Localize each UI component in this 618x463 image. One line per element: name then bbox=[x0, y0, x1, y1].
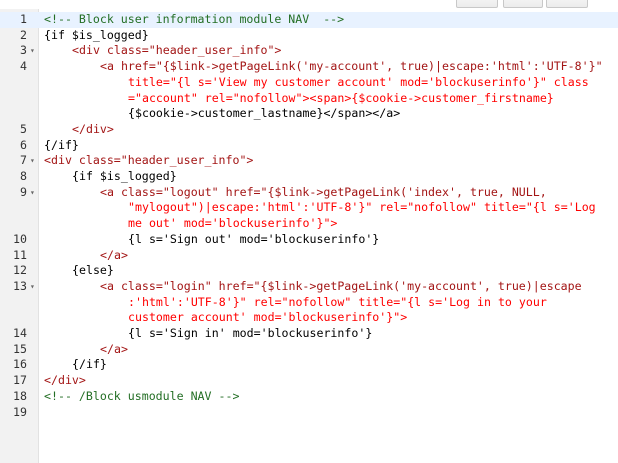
code-text[interactable]: {/if} bbox=[72, 357, 107, 373]
code-line-8[interactable]: 8 {if $is_logged} bbox=[0, 169, 618, 185]
line-number: 18 bbox=[13, 388, 27, 403]
code-text[interactable]: title="{l s='View my customer account' m… bbox=[128, 75, 589, 91]
code-line-6[interactable]: 6 {/if} bbox=[0, 138, 618, 154]
fold-toggle-icon[interactable]: ▾ bbox=[30, 153, 35, 169]
code-line-1[interactable]: 1 <!-- Block user information module NAV … bbox=[0, 12, 618, 28]
code-text[interactable]: </div> bbox=[44, 373, 86, 389]
code-text[interactable]: <!-- /Block usmodule NAV --> bbox=[44, 389, 239, 405]
code-line-4[interactable]: 4 <a href="{$link->getPageLink('my-accoun… bbox=[0, 59, 618, 75]
line-number: 12 bbox=[13, 263, 27, 278]
line-number: 14 bbox=[13, 326, 27, 340]
code-text[interactable]: {/if} bbox=[44, 138, 79, 154]
code-text[interactable]: {l s='Sign in' mod='blockuserinfo'} bbox=[128, 326, 372, 342]
fold-toggle-icon[interactable]: ▾ bbox=[30, 279, 35, 295]
line-number: 7 bbox=[20, 153, 27, 168]
code-text[interactable]: </div> bbox=[72, 122, 114, 138]
code-text[interactable]: </a> bbox=[100, 248, 128, 264]
code-line-wrap[interactable]: ="account" rel="nofollow"><span>{$cookie… bbox=[0, 91, 618, 107]
toolbar-button[interactable] bbox=[546, 0, 588, 8]
code-editor[interactable]: 1 <!-- Block user information module NAV … bbox=[0, 9, 618, 463]
line-number: 4 bbox=[20, 59, 27, 74]
line-number: 15 bbox=[13, 341, 27, 356]
line-number: 2 bbox=[20, 27, 27, 42]
code-line-19[interactable]: 19 bbox=[0, 405, 618, 421]
code-line-17[interactable]: 17 </div> bbox=[0, 373, 618, 389]
fold-toggle-icon[interactable]: ▾ bbox=[30, 185, 35, 201]
line-number: 11 bbox=[13, 247, 27, 262]
line-number: 9 bbox=[20, 184, 27, 199]
line-number: 19 bbox=[13, 404, 27, 419]
line-number: 5 bbox=[20, 121, 27, 136]
code-line-10[interactable]: 10 {l s='Sign out' mod='blockuserinfo'} bbox=[0, 232, 618, 248]
toolbar-button[interactable] bbox=[503, 0, 543, 8]
code-text[interactable]: me out' mod='blockuserinfo'}"> bbox=[128, 216, 337, 232]
line-number: 6 bbox=[20, 137, 27, 152]
code-line-15[interactable]: 15 </a> bbox=[0, 342, 618, 358]
code-line-18[interactable]: 18 <!-- /Block usmodule NAV --> bbox=[0, 389, 618, 405]
code-text[interactable]: {$cookie->customer_lastname}</span></a> bbox=[128, 106, 400, 122]
code-text[interactable]: "mylogout")|escape:'html':'UTF-8'}" rel=… bbox=[128, 200, 596, 216]
code-line-wrap[interactable]: "mylogout")|escape:'html':'UTF-8'}" rel=… bbox=[0, 200, 618, 216]
code-text[interactable]: </a> bbox=[100, 342, 128, 358]
code-line-wrap[interactable]: :'html':'UTF-8'}" rel="nofollow" title="… bbox=[0, 295, 618, 311]
code-text[interactable]: {if $is_logged} bbox=[44, 28, 149, 44]
line-number: 17 bbox=[13, 373, 27, 388]
code-text[interactable]: <a class="login" href="{$link->getPageLi… bbox=[100, 279, 582, 295]
code-line-16[interactable]: 16 {/if} bbox=[0, 357, 618, 373]
code-line-7[interactable]: 7 ▾ <div class="header_user_info"> bbox=[0, 153, 618, 169]
line-number: 8 bbox=[20, 169, 27, 183]
line-number: 13 bbox=[13, 278, 27, 293]
code-line-3[interactable]: 3 ▾ <div class="header_user_info"> bbox=[0, 43, 618, 59]
code-line-2[interactable]: 2 {if $is_logged} bbox=[0, 28, 618, 44]
line-number: 1 bbox=[20, 12, 27, 26]
code-text[interactable]: <div class="header_user_info"> bbox=[44, 153, 253, 169]
code-line-5[interactable]: 5 </div> bbox=[0, 122, 618, 138]
code-text[interactable]: {if $is_logged} bbox=[72, 169, 177, 185]
code-line-wrap[interactable]: {$cookie->customer_lastname}</span></a> bbox=[0, 106, 618, 122]
line-number: 16 bbox=[13, 357, 27, 372]
code-text[interactable]: <a class="logout" href="{$link->getPageL… bbox=[100, 185, 547, 201]
code-text[interactable]: <div class="header_user_info"> bbox=[72, 43, 281, 59]
code-text[interactable]: {else} bbox=[72, 263, 114, 279]
code-text[interactable]: <a href="{$link->getPageLink('my-account… bbox=[100, 59, 603, 75]
code-line-11[interactable]: 11 </a> bbox=[0, 248, 618, 264]
code-text[interactable]: :'html':'UTF-8'}" rel="nofollow" title="… bbox=[128, 295, 547, 311]
code-text[interactable]: customer account' mod='blockuserinfo'}"> bbox=[128, 310, 407, 326]
code-text[interactable]: {l s='Sign out' mod='blockuserinfo'} bbox=[128, 232, 379, 248]
line-number: 10 bbox=[13, 231, 27, 246]
fold-toggle-icon[interactable]: ▾ bbox=[30, 43, 35, 59]
code-text[interactable]: <!-- Block user information module NAV -… bbox=[44, 12, 344, 28]
code-line-wrap[interactable]: title="{l s='View my customer account' m… bbox=[0, 75, 618, 91]
top-strip bbox=[0, 0, 618, 9]
code-line-14[interactable]: 14 {l s='Sign in' mod='blockuserinfo'} bbox=[0, 326, 618, 342]
code-text[interactable]: ="account" rel="nofollow"><span>{$cookie… bbox=[128, 91, 554, 107]
toolbar-button[interactable] bbox=[456, 0, 498, 8]
line-number: 3 bbox=[20, 43, 27, 58]
code-line-13[interactable]: 13 ▾ <a class="login" href="{$link->getPag… bbox=[0, 279, 618, 295]
code-line-wrap[interactable]: customer account' mod='blockuserinfo'}"> bbox=[0, 310, 618, 326]
code-line-12[interactable]: 12 {else} bbox=[0, 263, 618, 279]
code-line-9[interactable]: 9 ▾ <a class="logout" href="{$link->getPag… bbox=[0, 185, 618, 201]
code-line-wrap[interactable]: me out' mod='blockuserinfo'}"> bbox=[0, 216, 618, 232]
